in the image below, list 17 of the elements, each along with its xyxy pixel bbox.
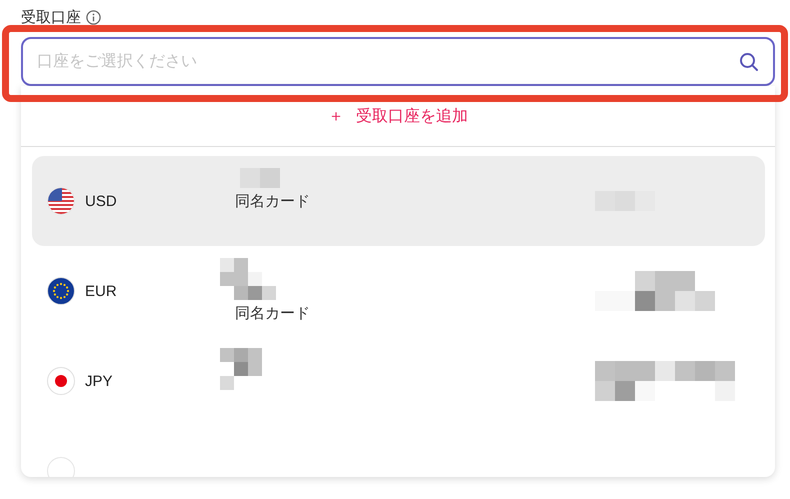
info-icon[interactable]	[86, 10, 101, 24]
currency-code: JPY	[85, 372, 114, 390]
pixelated-block	[220, 258, 276, 300]
pixelated-block	[220, 348, 262, 390]
pixelated-block	[240, 168, 280, 188]
card-type: 同名カード	[234, 192, 311, 211]
currency-code: EUR	[85, 282, 118, 300]
card-type: 同名カード	[234, 304, 311, 323]
add-account-button[interactable]: ＋ 受取口座を追加	[328, 106, 468, 126]
japan-flag-icon	[47, 367, 75, 395]
search-icon[interactable]	[739, 52, 759, 72]
flag-icon	[47, 457, 75, 477]
eu-flag-icon	[47, 277, 75, 305]
field-label: 受取口座	[21, 8, 81, 26]
account-row[interactable]: USD 同名カード	[32, 156, 765, 246]
currency-code: USD	[85, 192, 118, 210]
us-flag-icon	[47, 187, 75, 215]
